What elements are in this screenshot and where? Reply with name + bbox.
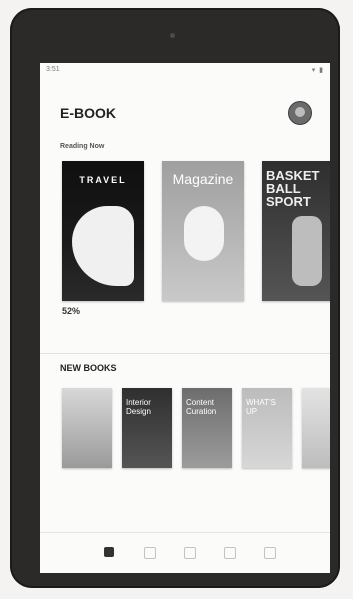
front-camera [170, 33, 175, 38]
status-icons: ▾ ▮ [311, 67, 324, 74]
book-cover-magazine[interactable]: Magazine [162, 161, 244, 301]
book-cover-title: TRAVEL [79, 175, 127, 185]
new-book-title: Interior Design [126, 398, 151, 416]
app-title: E-BOOK [60, 105, 116, 121]
book-cover-art [72, 206, 134, 286]
new-books-label: NEW BOOKS [60, 363, 117, 373]
new-book-cover[interactable] [62, 388, 112, 468]
bottom-navigation [40, 532, 330, 573]
section-divider [40, 353, 330, 354]
new-book-cover[interactable]: Interior Design [122, 388, 172, 468]
download-icon[interactable] [224, 547, 236, 559]
tablet-device: 3:51 ▾ ▮ E-BOOK Reading Now TRAVEL Magaz… [10, 8, 340, 588]
bookmark-icon[interactable] [184, 547, 196, 559]
new-book-cover[interactable]: WHAT'S UP [242, 388, 292, 468]
library-icon[interactable] [144, 547, 156, 559]
status-time: 3:51 [46, 66, 60, 73]
new-book-cover[interactable]: Content Curation [182, 388, 232, 468]
settings-icon[interactable] [264, 547, 276, 559]
reading-now-label: Reading Now [60, 143, 105, 150]
book-cover-title: BASKET BALL SPORT [266, 168, 320, 209]
reading-now-carousel[interactable]: TRAVEL Magazine BASKET BALL SPORT 52% [50, 161, 330, 351]
new-book-title: WHAT'S UP [246, 398, 276, 416]
book-cover-art [184, 206, 224, 261]
status-bar: 3:51 ▾ ▮ [40, 63, 330, 77]
new-book-cover[interactable] [302, 388, 330, 468]
new-book-title: Content Curation [186, 398, 217, 416]
book-icon[interactable] [104, 547, 114, 557]
avatar[interactable] [288, 101, 312, 125]
app-screen: 3:51 ▾ ▮ E-BOOK Reading Now TRAVEL Magaz… [40, 63, 330, 573]
new-books-carousel[interactable]: Interior Design Content Curation WHAT'S … [50, 388, 330, 508]
book-cover-title: Magazine [172, 171, 234, 187]
book-cover-basketball[interactable]: BASKET BALL SPORT [262, 161, 330, 301]
book-cover-travel[interactable]: TRAVEL [62, 161, 144, 301]
book-cover-art [292, 216, 322, 286]
reading-progress: 52% [62, 306, 81, 316]
app-header: E-BOOK [40, 83, 330, 133]
